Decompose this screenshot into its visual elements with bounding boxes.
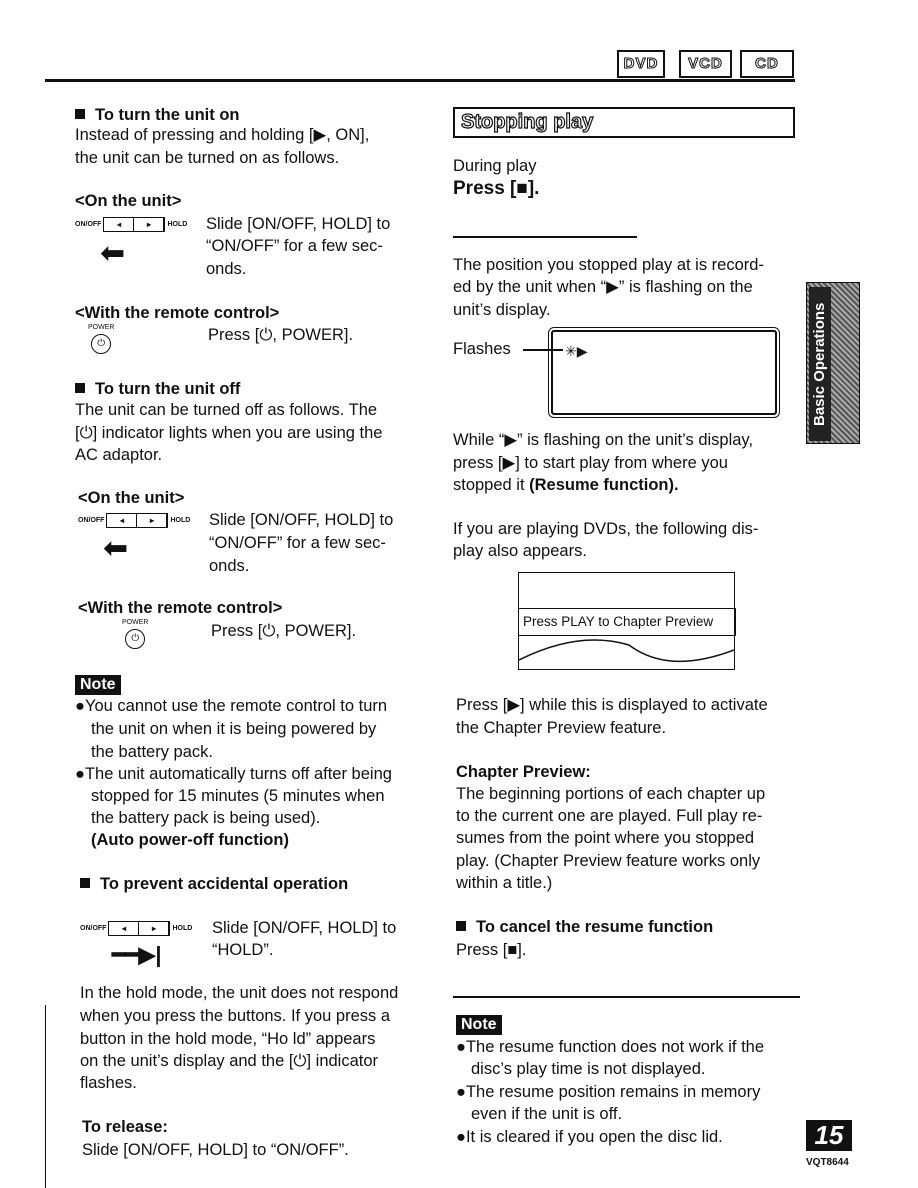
subheading: <With the remote control>	[75, 304, 280, 322]
cd-icon: CD	[740, 50, 794, 78]
tv-screen-illustration: Press PLAY to Chapter Preview	[518, 572, 736, 670]
text-line: Slide [ON/OFF, HOLD] to	[212, 919, 397, 937]
text-line: unit’s display.	[453, 301, 551, 319]
prevent-heading: To prevent accidental operation	[80, 873, 348, 895]
text-line: Slide [ON/OFF, HOLD] to “ON/OFF”.	[82, 1141, 349, 1159]
side-tab-basic-operations: Basic Operations	[806, 282, 860, 444]
turn-on-heading: To turn the unit on	[75, 104, 240, 126]
text-line: onds.	[209, 557, 250, 575]
arrow-right-to-bar-icon: ━━▶|	[112, 942, 162, 967]
onoff-hold-switch-icon: ON/OFF ◂ ▸ HOLD	[75, 217, 187, 232]
note-line: the battery pack is being used).	[91, 809, 321, 827]
section-title: Stopping play	[460, 110, 594, 133]
text-line: press [▶] to start play from where you	[453, 454, 728, 472]
text-line: button in the hold mode, “Ho ld” appears	[80, 1030, 376, 1048]
note-line: ●The resume position remains in memory	[456, 1083, 761, 1101]
subheading: <On the unit>	[75, 192, 182, 210]
text-line: Instead of pressing and holding [▶, ON],	[75, 126, 370, 144]
document-code: VQT8644	[806, 1157, 849, 1168]
text-line: “ON/OFF” for a few sec-	[209, 534, 386, 552]
text-line: In the hold mode, the unit does not resp…	[80, 984, 399, 1002]
subheading: <On the unit>	[78, 489, 185, 507]
text-line: The position you stopped play at is reco…	[453, 256, 764, 274]
text-line: [⏻] indicator lights when you are using …	[75, 424, 383, 442]
margin-line	[45, 1005, 46, 1188]
divider	[453, 236, 637, 238]
header-rule	[45, 79, 795, 82]
text-line: on the unit’s display and the [⏻] indica…	[80, 1052, 379, 1070]
note-line: even if the unit is off.	[471, 1105, 623, 1123]
note-line: disc’s play time is not displayed.	[471, 1060, 706, 1078]
text-line: The beginning portions of each chapter u…	[456, 785, 766, 803]
screen-curve	[519, 639, 734, 663]
arrow-left-icon: ⬅	[103, 532, 129, 565]
vcd-icon: VCD	[679, 50, 732, 78]
arrow-left-icon: ⬅	[100, 237, 126, 270]
subheading: <With the remote control>	[78, 599, 283, 617]
text-line: play also appears.	[453, 542, 587, 560]
text-line: During play	[453, 157, 537, 175]
text-line: “HOLD”.	[212, 941, 274, 959]
text-line: Press [⏻, POWER].	[208, 326, 354, 344]
power-button-icon: POWER ⏻	[88, 324, 114, 354]
note-line: ●The unit automatically turns off after …	[75, 765, 392, 783]
onoff-hold-switch-icon: ON/OFF ◂ ▸ HOLD	[80, 921, 192, 936]
text-line: AC adaptor.	[75, 446, 163, 464]
dvd-icon: DVD	[617, 50, 665, 78]
onoff-hold-switch-icon: ON/OFF ◂ ▸ HOLD	[78, 513, 190, 528]
text-line: onds.	[206, 260, 247, 278]
text-line: the unit can be turned on as follows.	[75, 149, 340, 167]
text-line: Slide [ON/OFF, HOLD] to	[206, 215, 391, 233]
text-line: to the current one are played. Full play…	[456, 807, 763, 825]
press-stop-instruction: Press [■].	[453, 178, 540, 199]
note-badge: Note	[456, 1015, 502, 1035]
note-line: ●It is cleared if you open the disc lid.	[456, 1128, 723, 1146]
text-line: when you press the buttons. If you press…	[80, 1007, 391, 1025]
note-bold: (Auto power-off function)	[91, 831, 289, 849]
note-line: the battery pack.	[91, 743, 213, 761]
note-line: ●You cannot use the remote control to tu…	[75, 697, 388, 715]
chapter-preview-heading: Chapter Preview:	[456, 763, 591, 781]
divider	[453, 996, 800, 998]
text-line: The unit can be turned off as follows. T…	[75, 401, 378, 419]
manual-page: DVD VCD CD To turn the unit on Instead o…	[0, 0, 918, 1188]
power-button-icon: POWER ⏻	[122, 619, 148, 649]
cancel-resume-heading: To cancel the resume function	[456, 916, 713, 938]
flashes-label: Flashes	[453, 340, 511, 358]
note-line: stopped for 15 minutes (5 minutes when	[91, 787, 385, 805]
turn-off-heading: To turn the unit off	[75, 378, 240, 400]
text-line: sumes from the point where you stopped	[456, 829, 755, 847]
text-line: Press [■].	[456, 941, 527, 959]
text-line: ed by the unit when “▶” is flashing on t…	[453, 278, 753, 296]
chapter-preview-display-text: Press PLAY to Chapter Preview	[519, 608, 736, 636]
section-title-box: Stopping play	[453, 107, 795, 138]
text-line: While “▶” is flashing on the unit’s disp…	[453, 431, 754, 449]
text-line: Press [▶] while this is displayed to act…	[456, 696, 768, 714]
text-line: “ON/OFF” for a few sec-	[206, 237, 383, 255]
side-tab-label: Basic Operations	[809, 287, 831, 441]
text-line: Press [⏻, POWER].	[211, 622, 357, 640]
text-line: Slide [ON/OFF, HOLD] to	[209, 511, 394, 529]
unit-display-illustration: ✳▶	[548, 327, 780, 418]
text-line: flashes.	[80, 1074, 137, 1092]
release-heading: To release:	[82, 1118, 168, 1136]
flashing-play-icon: ✳▶	[565, 343, 588, 359]
page-number: 15	[806, 1120, 852, 1151]
text-line: stopped it (Resume function).	[453, 476, 679, 494]
note-line: ●The resume function does not work if th…	[456, 1038, 765, 1056]
text-line: play. (Chapter Preview feature works onl…	[456, 852, 761, 870]
text-line: within a title.)	[456, 874, 553, 892]
note-badge: Note	[75, 675, 121, 695]
text-line: If you are playing DVDs, the following d…	[453, 520, 759, 538]
text-line: the Chapter Preview feature.	[456, 719, 667, 737]
note-line: the unit on when it is being powered by	[91, 720, 377, 738]
